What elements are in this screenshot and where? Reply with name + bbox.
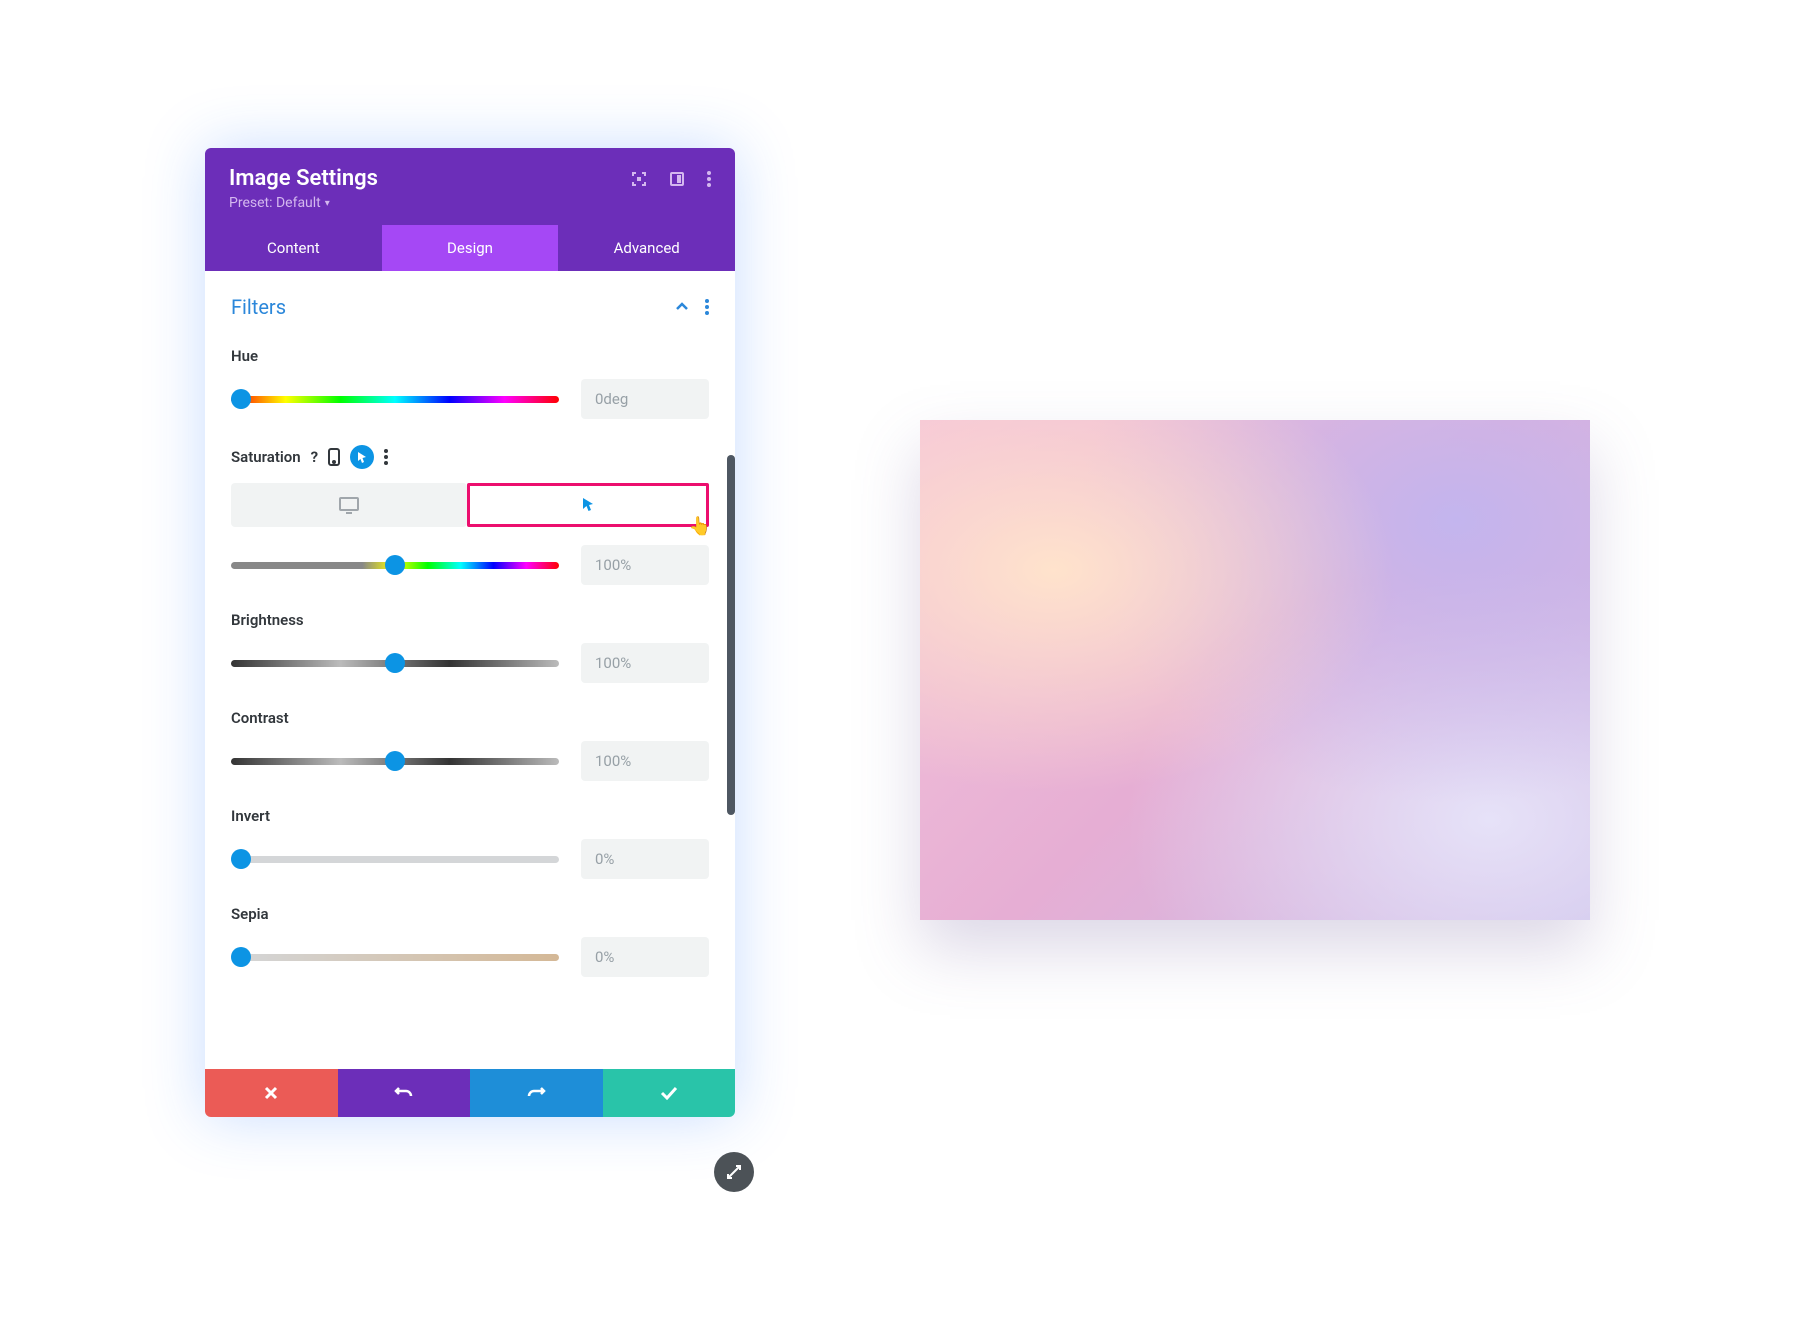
panel-body: Filters Hue Saturation ? xyxy=(205,271,735,1069)
brightness-label: Brightness xyxy=(231,611,709,629)
invert-thumb[interactable] xyxy=(231,849,251,869)
sepia-control: Sepia xyxy=(231,905,709,977)
tabs: Content Design Advanced xyxy=(205,225,735,271)
section-title: Filters xyxy=(231,295,286,319)
brightness-input[interactable] xyxy=(581,643,709,683)
state-default-button[interactable] xyxy=(231,483,467,527)
undo-button[interactable] xyxy=(338,1069,471,1117)
hue-label: Hue xyxy=(231,347,709,365)
confirm-button[interactable] xyxy=(603,1069,736,1117)
state-toggle: 👆 xyxy=(231,483,709,527)
dock-icon[interactable] xyxy=(669,171,685,187)
contrast-control: Contrast xyxy=(231,709,709,781)
hue-thumb[interactable] xyxy=(231,389,251,409)
preset-dropdown[interactable]: Preset: Default xyxy=(229,195,330,211)
resize-handle[interactable] xyxy=(714,1152,754,1192)
scrollbar[interactable] xyxy=(727,455,735,815)
collapse-icon[interactable] xyxy=(675,300,689,314)
saturation-label: Saturation xyxy=(231,448,301,466)
settings-panel: Image Settings Preset: Default Content D… xyxy=(205,148,735,1117)
invert-slider[interactable] xyxy=(231,856,559,863)
sepia-label: Sepia xyxy=(231,905,709,923)
redo-button[interactable] xyxy=(470,1069,603,1117)
tab-advanced[interactable]: Advanced xyxy=(558,225,735,271)
hue-slider[interactable] xyxy=(231,396,559,403)
contrast-slider[interactable] xyxy=(231,758,559,765)
contrast-thumb[interactable] xyxy=(385,751,405,771)
more-icon[interactable] xyxy=(707,171,711,187)
saturation-thumb[interactable] xyxy=(385,555,405,575)
saturation-control: Saturation ? 👆 xyxy=(231,445,709,585)
section-more-icon[interactable] xyxy=(705,299,709,315)
state-hover-button[interactable] xyxy=(467,483,709,527)
panel-footer xyxy=(205,1069,735,1117)
help-icon[interactable]: ? xyxy=(311,448,318,466)
expand-icon[interactable] xyxy=(631,171,647,187)
cancel-button[interactable] xyxy=(205,1069,338,1117)
saturation-input[interactable] xyxy=(581,545,709,585)
contrast-input[interactable] xyxy=(581,741,709,781)
hue-control: Hue xyxy=(231,347,709,419)
sepia-slider[interactable] xyxy=(231,954,559,961)
saturation-more-icon[interactable] xyxy=(384,449,388,465)
invert-control: Invert xyxy=(231,807,709,879)
brightness-slider[interactable] xyxy=(231,660,559,667)
sepia-input[interactable] xyxy=(581,937,709,977)
invert-input[interactable] xyxy=(581,839,709,879)
panel-title: Image Settings xyxy=(229,166,378,191)
brightness-thumb[interactable] xyxy=(385,653,405,673)
invert-label: Invert xyxy=(231,807,709,825)
hue-input[interactable] xyxy=(581,379,709,419)
tab-content[interactable]: Content xyxy=(205,225,382,271)
mobile-icon[interactable] xyxy=(328,448,340,466)
panel-header: Image Settings Preset: Default xyxy=(205,148,735,225)
hover-state-icon[interactable] xyxy=(350,445,374,469)
saturation-slider[interactable] xyxy=(231,562,559,569)
pointer-cursor-icon: 👆 xyxy=(689,516,711,537)
sepia-thumb[interactable] xyxy=(231,947,251,967)
tab-design[interactable]: Design xyxy=(382,225,559,271)
brightness-control: Brightness xyxy=(231,611,709,683)
contrast-label: Contrast xyxy=(231,709,709,727)
image-preview xyxy=(920,420,1590,920)
